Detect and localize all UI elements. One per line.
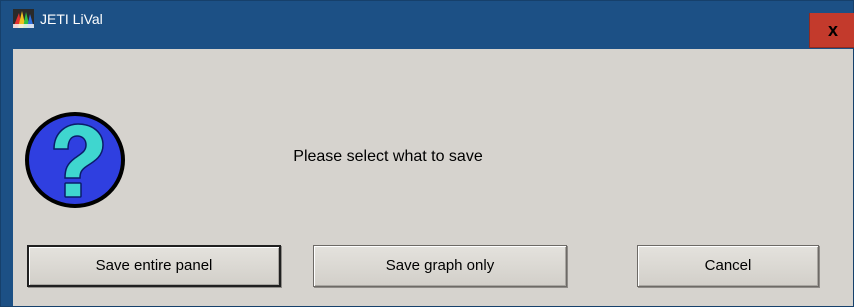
close-icon: x bbox=[827, 20, 838, 40]
dialog-message: Please select what to save bbox=[293, 148, 483, 165]
cancel-button[interactable]: Cancel bbox=[637, 245, 819, 287]
title-bar[interactable]: JETI LiVal bbox=[1, 1, 853, 37]
window-title: JETI LiVal bbox=[40, 11, 103, 27]
jeti-app-icon bbox=[13, 9, 34, 28]
dialog-body: Please select what to save Save entire p… bbox=[13, 49, 853, 306]
dialog-window: JETI LiVal x Please select what to save … bbox=[0, 0, 854, 307]
save-graph-only-button[interactable]: Save graph only bbox=[313, 245, 567, 287]
question-icon bbox=[23, 111, 127, 211]
save-entire-panel-button[interactable]: Save entire panel bbox=[27, 245, 281, 287]
close-button[interactable]: x bbox=[809, 13, 854, 48]
